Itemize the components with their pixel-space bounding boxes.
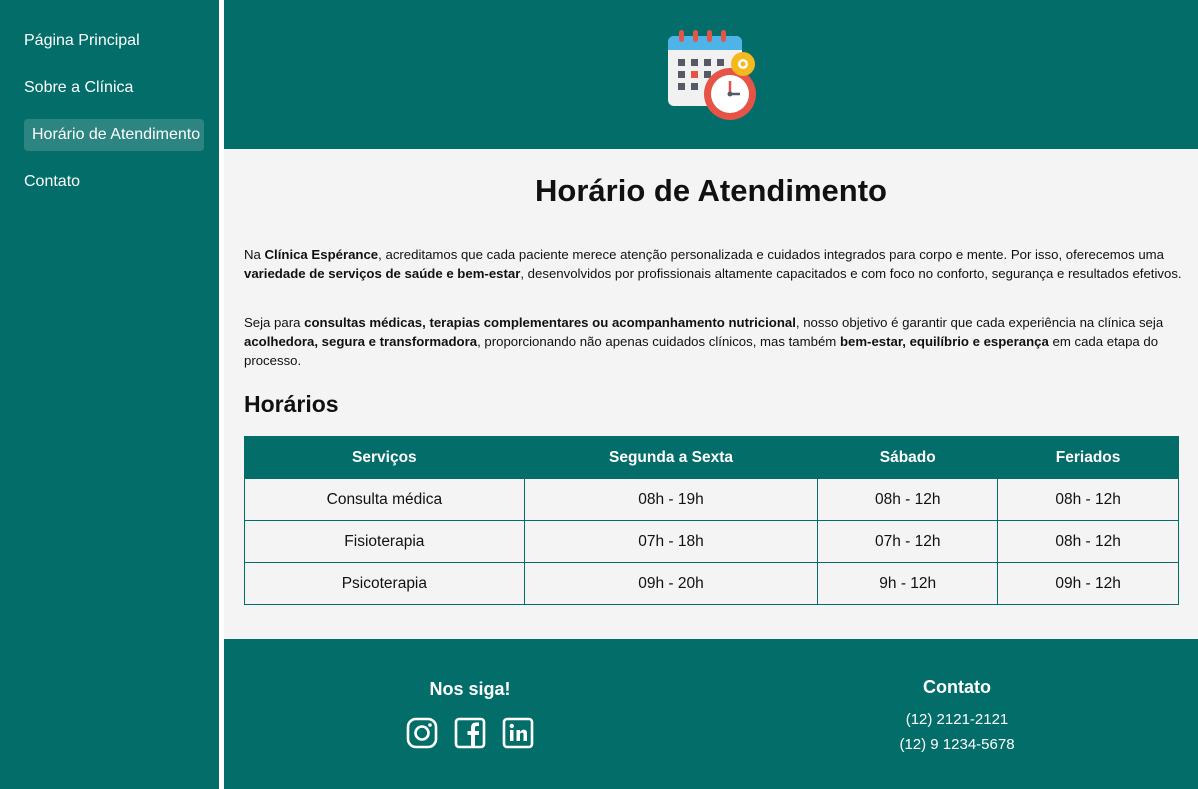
- table-row: Fisioterapia 07h - 18h 07h - 12h 08h - 1…: [244, 520, 1179, 563]
- table-header-cell: Feriados: [997, 436, 1179, 479]
- schedule-table: Serviços Segunda a Sexta Sábado Feriados…: [244, 436, 1179, 605]
- follow-title: Nos siga!: [429, 679, 511, 699]
- sidebar-item-contato[interactable]: Contato: [24, 166, 80, 198]
- table-cell: 09h - 12h: [997, 562, 1179, 605]
- header: [224, 0, 1198, 149]
- table-cell: 09h - 20h: [523, 562, 819, 605]
- sidebar-item-pagina-principal[interactable]: Página Principal: [24, 25, 140, 57]
- table-cell: 07h - 12h: [817, 520, 999, 563]
- table-cell: Fisioterapia: [244, 520, 525, 563]
- schedule-subtitle: Horários: [244, 391, 339, 417]
- calendar-clock-icon: [668, 30, 756, 120]
- table-cell: 9h - 12h: [817, 562, 999, 605]
- table-cell: 07h - 18h: [523, 520, 819, 563]
- phone-number: (12) 2121-2121: [905, 711, 1009, 728]
- sidebar-item-horario-de-atendimento[interactable]: Horário de Atendimento: [24, 119, 204, 151]
- main-content: Horário de Atendimento Na Clínica Espéra…: [224, 149, 1198, 639]
- table-row: Consulta médica 08h - 19h 08h - 12h 08h …: [244, 478, 1179, 521]
- table-cell: 08h - 12h: [817, 478, 999, 521]
- instagram-icon[interactable]: [406, 717, 438, 749]
- facebook-icon[interactable]: [454, 717, 486, 749]
- linkedin-icon[interactable]: [502, 717, 534, 749]
- page-title: Horário de Atendimento: [535, 173, 887, 208]
- table-cell: 08h - 12h: [997, 520, 1179, 563]
- table-header-cell: Serviços: [244, 436, 525, 479]
- table-row: Psicoterapia 09h - 20h 9h - 12h 09h - 12…: [244, 562, 1179, 605]
- table-cell: 08h - 19h: [523, 478, 819, 521]
- intro-paragraph-2: Seja para consultas médicas, terapias co…: [244, 315, 1164, 369]
- contact-title: Contato: [923, 677, 991, 697]
- table-cell: 08h - 12h: [997, 478, 1179, 521]
- sidebar-item-sobre-a-clinica[interactable]: Sobre a Clínica: [24, 72, 133, 104]
- footer: Nos siga! Contato (12) 2121-2121 (12) 9 …: [224, 639, 1198, 789]
- sidebar: Página Principal Sobre a Clínica Horário…: [0, 0, 219, 789]
- table-cell: Psicoterapia: [244, 562, 525, 605]
- table-header-cell: Sábado: [817, 436, 999, 479]
- table-cell: Consulta médica: [244, 478, 525, 521]
- table-header-cell: Segunda a Sexta: [523, 436, 819, 479]
- intro-paragraph-1: Na Clínica Espérance, acreditamos que ca…: [244, 247, 1182, 282]
- phone-number: (12) 9 1234-5678: [899, 736, 1015, 753]
- table-header-row: Serviços Segunda a Sexta Sábado Feriados: [244, 436, 1179, 479]
